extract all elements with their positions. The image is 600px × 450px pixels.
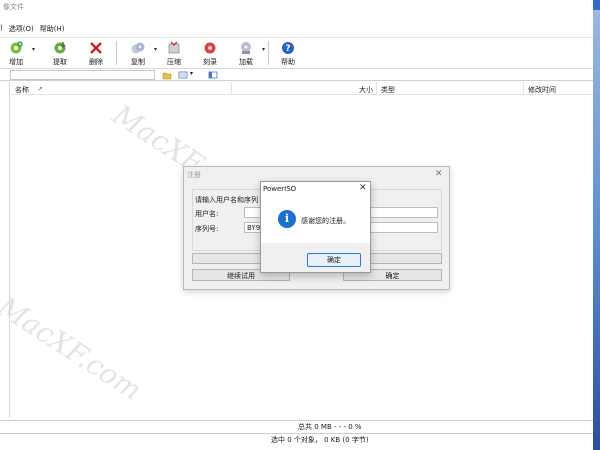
menu-item-tools[interactable]: ) — [0, 22, 9, 36]
toolbar-separator — [116, 41, 117, 65]
register-close-icon[interactable]: ✕ — [435, 169, 443, 179]
column-size[interactable]: 大小 — [359, 85, 373, 95]
add-icon — [10, 41, 23, 54]
copy-button[interactable]: 复制 ▾ — [122, 41, 157, 69]
burn-icon — [204, 42, 216, 54]
toolbar-separator — [268, 41, 269, 65]
view-mode-dropdown-arrow-icon[interactable]: ▾ — [190, 70, 193, 77]
sort-indicator-icon: ↗ — [37, 85, 43, 93]
column-name[interactable]: 名称 — [15, 85, 29, 95]
delete-icon — [90, 42, 102, 54]
extract-button[interactable]: 提取 — [44, 41, 76, 69]
burn-button-label: 刻录 — [203, 58, 217, 66]
message-ok-button[interactable]: 确定 — [307, 253, 361, 267]
compress-icon — [168, 41, 180, 54]
folder-tree-pane[interactable] — [0, 82, 10, 418]
status-bar: 总共 0 MB - - - 0 % 选中 0 个对象， 0 KB (0 字节) — [0, 420, 593, 450]
column-modified[interactable]: 修改时间 — [528, 85, 556, 95]
help-icon: ? — [282, 42, 294, 54]
extract-button-label: 提取 — [53, 58, 67, 66]
view-mode-icon[interactable] — [178, 70, 188, 80]
help-button-label: 帮助 — [281, 58, 295, 66]
serial-label: 序列号: — [195, 225, 219, 233]
menu-item-options[interactable]: 选项(O) — [9, 22, 40, 36]
copy-disc-icon — [131, 42, 145, 54]
mount-button[interactable]: 加载 ▾ — [230, 41, 265, 69]
window-titlebar: 像文件 — [0, 0, 593, 14]
mount-dropdown-arrow-icon[interactable]: ▾ — [262, 46, 265, 53]
message-box: PowerISO ✕ i 感谢您的注册。 确定 — [260, 181, 371, 273]
add-dropdown-arrow-icon[interactable]: ▾ — [32, 46, 35, 53]
mount-button-label: 加载 — [239, 58, 253, 66]
status-total: 总共 0 MB - - - 0 % — [298, 423, 362, 431]
message-text: 感谢您的注册。 — [301, 217, 350, 225]
panel-toggle-icon[interactable] — [208, 70, 218, 80]
column-type[interactable]: 类型 — [381, 85, 395, 95]
menu-item-help[interactable]: 帮助(H) — [40, 22, 71, 36]
message-box-title: PowerISO — [263, 185, 297, 193]
delete-button-label: 删除 — [89, 58, 103, 66]
burn-button[interactable]: 刻录 — [194, 41, 226, 69]
address-input[interactable] — [10, 70, 155, 80]
copy-dropdown-arrow-icon[interactable]: ▾ — [154, 46, 157, 53]
compress-button[interactable]: 压缩 — [158, 41, 190, 69]
register-prompt: 请输入用户名和序列 — [195, 196, 258, 204]
menu-bar: ) 选项(O) 帮助(H) — [0, 22, 593, 36]
column-divider[interactable] — [376, 82, 377, 95]
folder-up-icon[interactable] — [162, 70, 172, 80]
add-button-label: 增加 — [9, 58, 23, 66]
extract-icon — [54, 42, 66, 54]
help-button[interactable]: ? 帮助 — [272, 41, 304, 69]
copy-button-label: 复制 — [131, 58, 145, 66]
file-list-header: 名称 ↗ 大小 类型 修改时间 — [11, 82, 593, 95]
desktop-wallpaper-right — [593, 10, 600, 450]
column-divider[interactable] — [231, 82, 232, 95]
window-title: 像文件 — [3, 3, 24, 11]
user-name-label: 用户名: — [195, 210, 219, 218]
info-icon: i — [278, 210, 296, 228]
svg-text:?: ? — [285, 44, 290, 54]
address-bar: ▾ — [0, 69, 593, 81]
column-divider[interactable] — [523, 82, 524, 95]
register-dialog-title: 注册 — [187, 171, 201, 179]
delete-button[interactable]: 删除 — [80, 41, 112, 69]
add-button[interactable]: 增加 ▾ — [0, 41, 35, 69]
status-selected-row: 选中 0 个对象， 0 KB (0 字节) — [0, 433, 593, 444]
mount-icon — [241, 42, 251, 54]
message-close-icon[interactable]: ✕ — [359, 183, 367, 193]
status-selected: 选中 0 个对象， 0 KB (0 字节) — [271, 436, 369, 444]
compress-button-label: 压缩 — [167, 58, 181, 66]
message-footer: 确定 — [261, 243, 370, 272]
toolbar: 增加 ▾ 提取 删除 复制 ▾ 压缩 刻录 加载 ▾ ? 帮助 — [0, 37, 593, 69]
status-total-row: 总共 0 MB - - - 0 % — [0, 420, 593, 431]
